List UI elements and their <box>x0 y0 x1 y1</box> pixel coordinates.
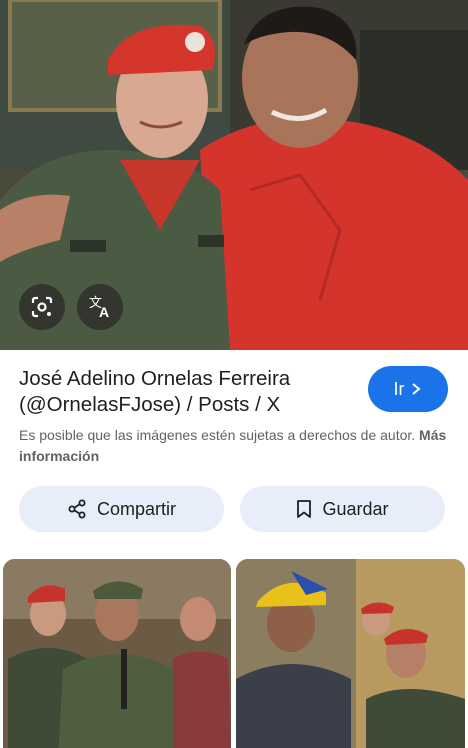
related-image-2[interactable] <box>236 559 465 748</box>
hero-photo <box>0 0 468 350</box>
related-image-1[interactable] <box>3 559 231 748</box>
save-button[interactable]: Guardar <box>240 486 445 532</box>
related-photo-2 <box>236 559 465 748</box>
svg-text:A: A <box>99 304 109 320</box>
share-icon <box>68 499 86 519</box>
hero-image[interactable]: 文 A <box>0 0 468 350</box>
share-button-label: Compartir <box>96 498 176 519</box>
chevron-right-icon <box>411 383 421 395</box>
translate-button[interactable]: 文 A <box>77 284 123 330</box>
go-button[interactable]: Ir <box>368 366 448 412</box>
bookmark-icon <box>297 500 312 518</box>
save-button-label: Guardar <box>322 498 389 519</box>
lens-button[interactable] <box>19 284 65 330</box>
result-title[interactable]: José Adelino Ornelas Ferreira (@OrnelasF… <box>19 366 339 418</box>
translate-icon: 文 A <box>89 295 109 320</box>
copyright-text: Es posible que las imágenes estén sujeta… <box>19 427 416 443</box>
go-button-label: Ir <box>393 378 405 399</box>
related-photo-1 <box>3 559 231 748</box>
lens-icon <box>31 296 53 318</box>
share-button[interactable]: Compartir <box>19 486 224 532</box>
copyright-notice: Es posible que las imágenes estén sujeta… <box>19 425 449 467</box>
